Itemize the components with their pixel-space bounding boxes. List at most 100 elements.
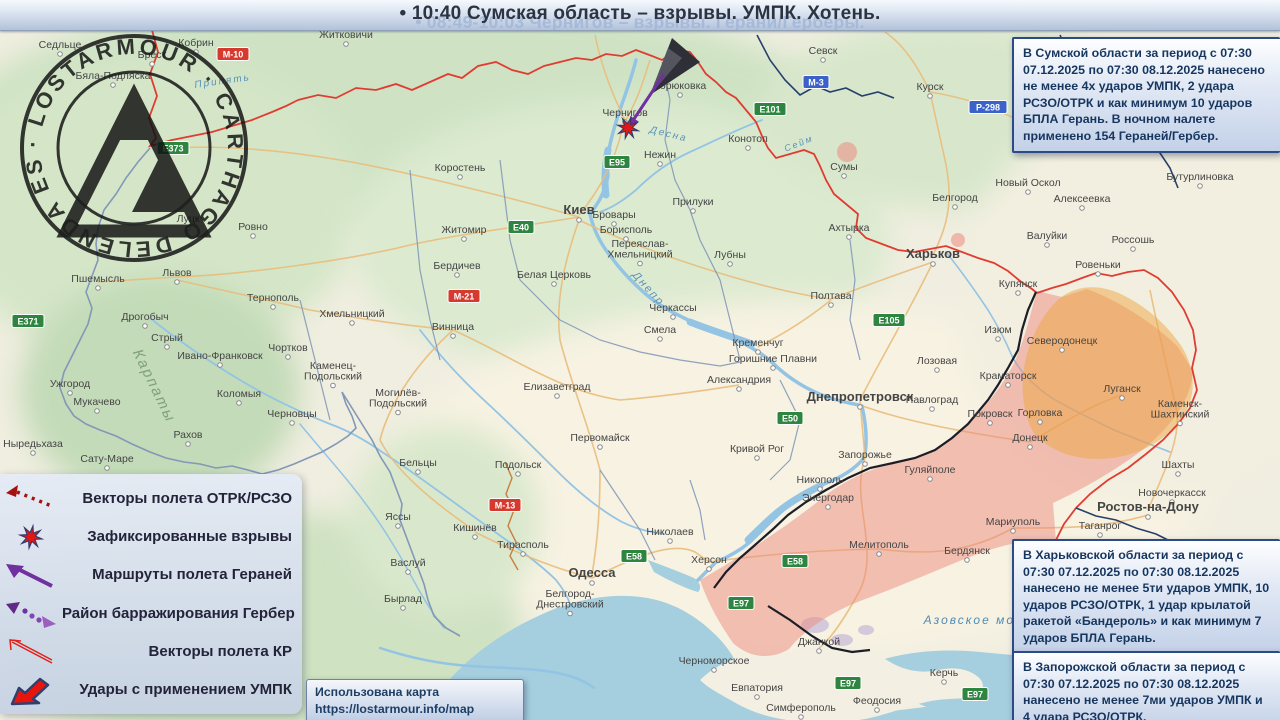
city-label: Коростень <box>435 162 486 174</box>
road-badge-label: Е105 <box>878 315 899 325</box>
city-label: Подольск <box>495 459 542 471</box>
city-label: Житковичи <box>319 30 373 41</box>
city-label: Коломыя <box>217 388 261 400</box>
city-label: Керчь <box>930 667 959 679</box>
city-dot <box>567 610 573 617</box>
city-label: Каменск-Шахтинский <box>1151 398 1210 421</box>
road-badge-label: Е101 <box>759 104 780 114</box>
road-badge-label: Е50 <box>782 413 798 423</box>
city-label: Мариуполь <box>986 516 1041 528</box>
city-dot <box>952 204 958 210</box>
map-legend: Векторы полета ОТРК/РСЗО Зафиксированные… <box>0 474 302 714</box>
road-badge-label: Е58 <box>626 551 642 561</box>
city-dot <box>405 569 411 575</box>
city-label: Горишние Плавни <box>729 353 817 365</box>
city-dot <box>934 367 940 373</box>
city-dot <box>1015 290 1021 296</box>
city-label: Борисполь <box>600 224 653 236</box>
city-dot <box>270 304 276 310</box>
road-badge-label: Е371 <box>17 316 38 326</box>
legend-label: Маршруты полета Гераней <box>92 566 292 584</box>
city-label: Мелитополь <box>849 539 909 551</box>
city-dot <box>1025 189 1031 195</box>
road-badge-label: Е97 <box>967 689 983 699</box>
city-label: Белгород <box>932 192 978 204</box>
city-label: Ныредьхаза <box>3 438 63 450</box>
legend-row-explosions: Зафиксированные взрывы <box>0 519 302 555</box>
road-badge-label: Е97 <box>733 598 749 608</box>
city-label: Днепропетровск <box>807 389 914 404</box>
city-label: Чортков <box>268 342 308 354</box>
road-badge-label: Е58 <box>787 556 803 566</box>
legend-label: Зафиксированные взрывы <box>87 528 292 546</box>
legend-row-umpk: Удары с применением УМПК <box>0 672 302 708</box>
umpk-strike-icon <box>0 673 62 707</box>
city-label: Прилуки <box>672 196 713 208</box>
city-label: Белгород-Днестровский <box>536 588 604 611</box>
city-label: Энергодар <box>802 492 854 504</box>
city-label: Бырлад <box>384 593 422 605</box>
city-label: Смела <box>644 324 676 336</box>
city-dot <box>289 420 295 426</box>
city-dot <box>1145 514 1151 520</box>
city-dot <box>711 667 717 673</box>
city-dot <box>395 409 401 416</box>
city-dot <box>415 469 421 475</box>
city-label: Яссы <box>385 511 411 523</box>
infobox-zaporizhzhia-region: В Запорожской области за период с 07:30 … <box>1012 651 1280 720</box>
city-dot <box>754 455 760 461</box>
city-label: Краматорск <box>980 370 1037 382</box>
city-label: Новочеркасск <box>1138 487 1206 499</box>
city-label: Ахтырка <box>829 222 870 234</box>
city-dot <box>841 173 847 179</box>
city-label: Россошь <box>1112 234 1155 246</box>
city-label: Хмельницкий <box>319 308 384 320</box>
city-dot <box>67 390 73 396</box>
city-dot <box>95 285 101 291</box>
city-dot <box>941 679 947 685</box>
city-label: Павлоград <box>906 394 958 406</box>
city-dot <box>1027 444 1033 450</box>
city-label: Кременчуг <box>732 337 783 349</box>
city-dot <box>927 93 933 99</box>
city-dot <box>754 694 760 700</box>
city-label: Каменец-Подольский <box>304 360 362 383</box>
legend-label: Векторы полета ОТРК/РСЗО <box>82 489 292 507</box>
legend-row-kr: Векторы полета КР <box>0 633 302 669</box>
city-label: Таганрог <box>1079 520 1122 532</box>
city-dot <box>551 281 557 287</box>
city-dot <box>349 320 355 326</box>
city-label: Пшемысль <box>71 273 125 285</box>
stamp-triangle-monogram <box>56 83 212 238</box>
city-label: Севск <box>809 45 838 57</box>
city-label: Сату-Маре <box>80 453 134 465</box>
city-label: Горловка <box>1018 407 1063 419</box>
city-label: Покровск <box>968 408 1013 420</box>
city-dot <box>657 336 663 342</box>
city-dot <box>862 461 868 467</box>
city-label: Бутурлиновка <box>1166 171 1233 183</box>
city-dot <box>770 365 776 371</box>
city-label: Елизаветград <box>523 381 590 393</box>
city-dot <box>589 580 595 586</box>
city-label: Конотоп <box>728 133 768 145</box>
city-dot <box>236 400 242 406</box>
city-label: Переяслав-Хмельницкий <box>607 238 672 261</box>
city-label: Тирасполь <box>497 539 549 551</box>
city-label: Шахты <box>1162 459 1195 471</box>
city-dot <box>987 420 993 426</box>
city-dot <box>677 92 683 98</box>
city-dot <box>929 406 935 412</box>
city-label: Первомайск <box>570 432 630 444</box>
city-dot <box>657 161 663 167</box>
city-label: Киев <box>563 202 594 217</box>
city-label: Бровары <box>592 209 635 221</box>
city-dot <box>104 465 110 471</box>
city-dot <box>874 707 880 713</box>
city-dot <box>828 302 834 308</box>
city-dot <box>1044 242 1050 248</box>
city-dot <box>1197 183 1203 189</box>
city-label: Луганск <box>1103 383 1141 395</box>
explosion-icon <box>0 522 62 552</box>
city-dot <box>846 234 852 240</box>
